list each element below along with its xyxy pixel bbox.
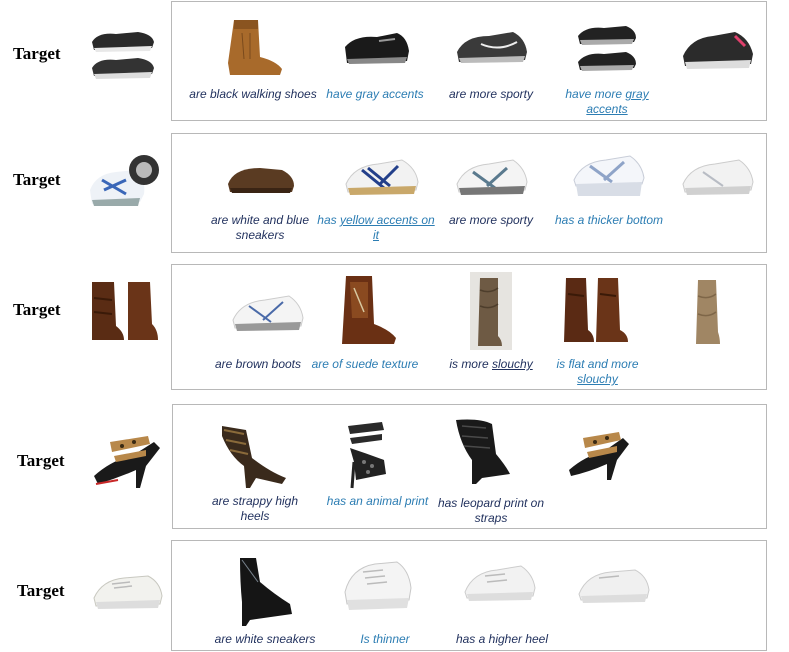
blue-stripe-sneaker-image — [345, 159, 419, 195]
animal-print-heel-image — [348, 422, 386, 489]
shoe-item — [205, 552, 315, 628]
caption: is more slouchy — [436, 357, 546, 372]
shoe-item — [205, 158, 315, 198]
target-white-sneaker-image — [93, 575, 163, 609]
caption: has an animal print — [326, 494, 429, 508]
shoe-item — [320, 25, 430, 70]
caption: have more gray accents — [552, 87, 662, 117]
thick-sole-sneaker-image — [573, 155, 645, 196]
gray-accent-shoes-image — [578, 26, 636, 71]
caption: are more sporty — [448, 213, 534, 227]
shoe-item — [436, 272, 546, 350]
shoe-item — [554, 148, 664, 200]
target-label: Target — [13, 170, 61, 189]
caption-part: is flat and more — [556, 357, 639, 371]
target-shoe-image — [92, 32, 154, 79]
caption: are white and blue sneakers — [210, 213, 310, 242]
platform-heel-image — [240, 558, 292, 626]
shoe-item — [426, 414, 536, 488]
shoe-item — [552, 420, 662, 486]
target-heel-image — [94, 436, 160, 488]
brown-moccasin-boot-image — [228, 20, 282, 75]
shoe-item — [326, 150, 436, 200]
shoe-item — [654, 276, 764, 346]
caption: are of suede texture — [311, 357, 419, 371]
white-walking-shoe-image — [578, 569, 650, 603]
white-blue-sneaker-image — [232, 295, 304, 331]
caption-part: has — [317, 213, 340, 227]
chunky-white-sneaker-image — [344, 561, 412, 610]
caption: are black walking shoes — [189, 87, 317, 101]
shoe-item — [560, 560, 670, 612]
shoe-item — [446, 556, 556, 612]
caption: are white sneakers — [214, 632, 316, 646]
shoe-item — [436, 22, 546, 70]
target-label: Target — [13, 300, 61, 319]
leopard-strap-heel-image — [456, 419, 510, 484]
shoe-item — [310, 418, 420, 490]
shoe-item — [552, 20, 662, 75]
caption-part: have more — [565, 87, 626, 101]
caption-underlined: slouchy — [492, 357, 533, 371]
caption: have gray accents — [326, 87, 424, 101]
black-sneaker-image — [345, 33, 409, 64]
shoe-item — [200, 15, 310, 80]
caption: are strappy high heels — [211, 494, 299, 523]
shoe-item — [322, 552, 432, 620]
target-boot-image — [92, 282, 158, 340]
shoe-item — [662, 20, 772, 75]
cowboy-boot-image — [342, 276, 396, 344]
target-label: Target — [13, 44, 61, 63]
shoe-item — [436, 150, 546, 200]
caption: has a higher heel — [455, 632, 549, 646]
white-sneaker-image — [682, 159, 754, 195]
caption-part: is more — [449, 357, 492, 371]
tan-slouchy-boot-image — [696, 280, 720, 344]
caption: has yellow accents on it — [316, 213, 436, 243]
caption: has leopard print on straps — [437, 496, 545, 525]
flat-slouchy-boots-image — [564, 278, 628, 342]
black-pink-sneaker-image — [683, 32, 753, 69]
white-gray-sneaker-image — [456, 159, 528, 195]
caption: has a thicker bottom — [554, 213, 664, 227]
brown-clog-image — [228, 168, 294, 193]
sporty-sneaker-image — [457, 32, 527, 63]
caption-underlined: yellow accents on it — [339, 213, 435, 242]
target-shoe-image — [90, 155, 159, 206]
target-label: Target — [17, 581, 65, 600]
shoe-item — [200, 420, 310, 492]
shoe-item — [213, 288, 323, 338]
caption: are more sporty — [448, 87, 534, 101]
caption-underlined: slouchy — [577, 372, 618, 386]
caption: Is thinner — [360, 632, 410, 646]
caption: is flat and more slouchy — [540, 357, 655, 387]
leopard-heel-image — [569, 432, 629, 480]
shoe-item — [310, 272, 420, 348]
slouchy-boot-image — [470, 272, 512, 350]
white-lace-sneaker-image — [464, 565, 536, 601]
shoe-item — [540, 274, 650, 346]
shoe-item — [662, 150, 772, 200]
strappy-heel-image — [222, 426, 286, 488]
target-label: Target — [17, 451, 65, 470]
